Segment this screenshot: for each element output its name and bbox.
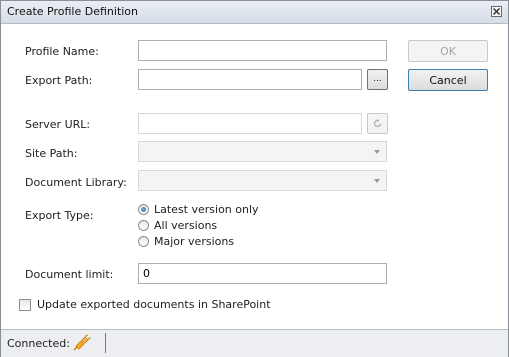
browse-button[interactable]: ... — [367, 69, 388, 90]
plug-icon — [73, 334, 91, 351]
document-limit-label: Document limit: — [25, 268, 114, 281]
radio-button[interactable] — [138, 220, 149, 231]
profile-name-label: Profile Name: — [25, 45, 99, 58]
radio-label: All versions — [154, 219, 218, 232]
server-url-input[interactable] — [138, 113, 362, 134]
site-path-label: Site Path: — [25, 147, 78, 160]
status-separator — [105, 333, 106, 353]
profile-name-input[interactable] — [138, 40, 387, 61]
close-button[interactable] — [491, 6, 502, 17]
create-profile-dialog: Create Profile Definition Profile Name: … — [0, 0, 509, 357]
title-bar: Create Profile Definition — [1, 1, 508, 24]
document-limit-input[interactable] — [138, 263, 387, 284]
radio-button[interactable] — [138, 236, 149, 247]
ok-button[interactable]: OK — [408, 40, 488, 62]
radio-selected-dot — [141, 207, 146, 212]
chevron-down-icon — [374, 150, 380, 154]
update-documents-label: Update exported documents in SharePoint — [37, 298, 271, 311]
export-path-input[interactable] — [138, 69, 362, 90]
refresh-icon — [373, 118, 382, 128]
cancel-button[interactable]: Cancel — [408, 69, 488, 91]
document-library-select[interactable] — [138, 170, 387, 191]
refresh-button[interactable] — [367, 113, 388, 134]
status-bar: Connected: — [1, 329, 508, 357]
close-icon — [493, 8, 500, 15]
export-path-label: Export Path: — [25, 74, 93, 87]
radio-button[interactable] — [138, 204, 149, 215]
site-path-select[interactable] — [138, 141, 387, 162]
server-url-label: Server URL: — [25, 118, 91, 131]
connected-label: Connected: — [7, 337, 70, 350]
document-library-label: Document Library: — [25, 176, 127, 189]
export-type-label: Export Type: — [25, 209, 94, 222]
radio-label: Major versions — [154, 235, 235, 248]
chevron-down-icon — [374, 179, 380, 183]
update-documents-checkbox[interactable] — [19, 299, 31, 311]
window-title: Create Profile Definition — [7, 5, 139, 18]
radio-label: Latest version only — [154, 203, 259, 216]
